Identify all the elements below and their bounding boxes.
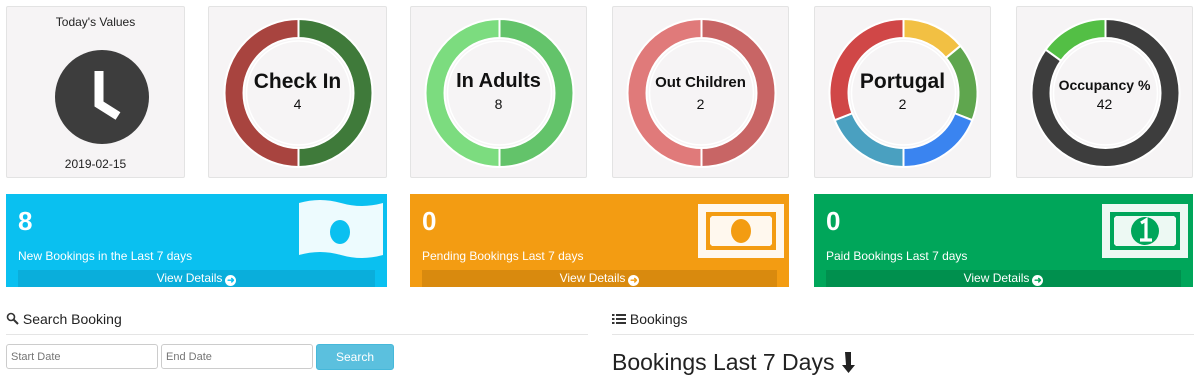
new-bookings-text: New Bookings in the Last 7 days	[18, 249, 193, 263]
arrow-circle-right-icon: ➜	[628, 275, 640, 286]
start-date-input[interactable]	[6, 344, 158, 369]
money-bill-icon	[698, 204, 784, 258]
bookings-heading-text: Bookings Last 7 Days	[612, 349, 835, 375]
search-icon	[6, 312, 19, 325]
occupancy-donut-chart	[1030, 17, 1181, 168]
donut-tile-in-adults: In Adults 8	[410, 6, 587, 178]
donut-segment	[833, 111, 905, 169]
pending-bookings-text: Pending Bookings Last 7 days	[422, 249, 584, 263]
out-children-value: 2	[696, 96, 705, 112]
money-bill-1-icon	[1102, 204, 1188, 258]
donut-segment	[902, 111, 974, 169]
bookings-title: Bookings	[629, 311, 688, 327]
search-button[interactable]: Search	[316, 344, 394, 370]
in-adults-label: In Adults	[456, 70, 541, 92]
donut-tile-portugal: Portugal 2	[814, 6, 991, 178]
view-details-label: View Details	[559, 271, 626, 285]
donut-segment	[424, 17, 501, 169]
donut-segment	[498, 17, 575, 169]
out-children-label: Out Children	[655, 74, 746, 91]
check-in-value: 4	[293, 96, 302, 112]
donut-segment	[700, 17, 777, 169]
donut-segment	[1044, 17, 1107, 63]
bookings-divider	[612, 334, 1194, 335]
pending-bookings-card: 0 Pending Bookings Last 7 days View Deta…	[410, 194, 789, 287]
new-bookings-count: 8	[18, 206, 33, 236]
bookings-last-7-days-heading: Bookings Last 7 Days	[612, 349, 857, 376]
pending-bookings-count: 0	[422, 206, 437, 236]
today-values-panel: Today's Values 2019-02-15	[6, 6, 185, 178]
occupancy-value: 42	[1096, 96, 1113, 112]
occupancy-label: Occupancy %	[1058, 77, 1151, 93]
in-adults-donut-chart	[424, 17, 575, 169]
end-date-input[interactable]	[161, 344, 313, 369]
view-details-label: View Details	[963, 271, 1030, 285]
donut-inner-ring	[648, 40, 755, 146]
paid-bookings-view-details[interactable]: View Details ➜	[826, 270, 1181, 287]
search-booking-header: Search Booking	[6, 311, 122, 327]
donut-tile-out-children: Out Children 2	[612, 6, 789, 178]
portugal-value: 2	[898, 96, 907, 112]
in-adults-value: 8	[494, 96, 503, 112]
list-icon	[612, 314, 626, 324]
view-details-label: View Details	[156, 271, 223, 285]
pending-bookings-view-details[interactable]: View Details ➜	[422, 270, 777, 287]
check-in-label: Check In	[253, 70, 342, 93]
donut-tile-occupancy: Occupancy % 42	[1016, 6, 1193, 178]
out-children-donut-chart	[626, 17, 777, 169]
clock-icon	[55, 50, 149, 144]
donut-tile-check-in: Check In 4	[208, 6, 387, 178]
donut-segment	[626, 17, 703, 169]
new-bookings-card: 8 New Bookings in the Last 7 days View D…	[6, 194, 387, 287]
search-booking-title: Search Booking	[22, 311, 122, 327]
new-bookings-view-details[interactable]: View Details ➜	[18, 270, 375, 287]
paid-bookings-card: 0 Paid Bookings Last 7 days View Details…	[814, 194, 1193, 287]
donut-inner-ring	[1052, 40, 1159, 146]
today-date: 2019-02-15	[64, 157, 127, 171]
donut-inner-ring	[446, 40, 553, 146]
money-wave-icon	[299, 200, 383, 258]
long-arrow-down-icon	[841, 352, 855, 373]
paid-bookings-text: Paid Bookings Last 7 days	[826, 249, 968, 263]
paid-bookings-count: 0	[826, 206, 841, 236]
portugal-label: Portugal	[859, 70, 946, 93]
arrow-circle-right-icon: ➜	[1032, 275, 1044, 286]
search-divider	[6, 334, 588, 335]
arrow-circle-right-icon: ➜	[225, 275, 237, 286]
bookings-header: Bookings	[612, 311, 687, 327]
